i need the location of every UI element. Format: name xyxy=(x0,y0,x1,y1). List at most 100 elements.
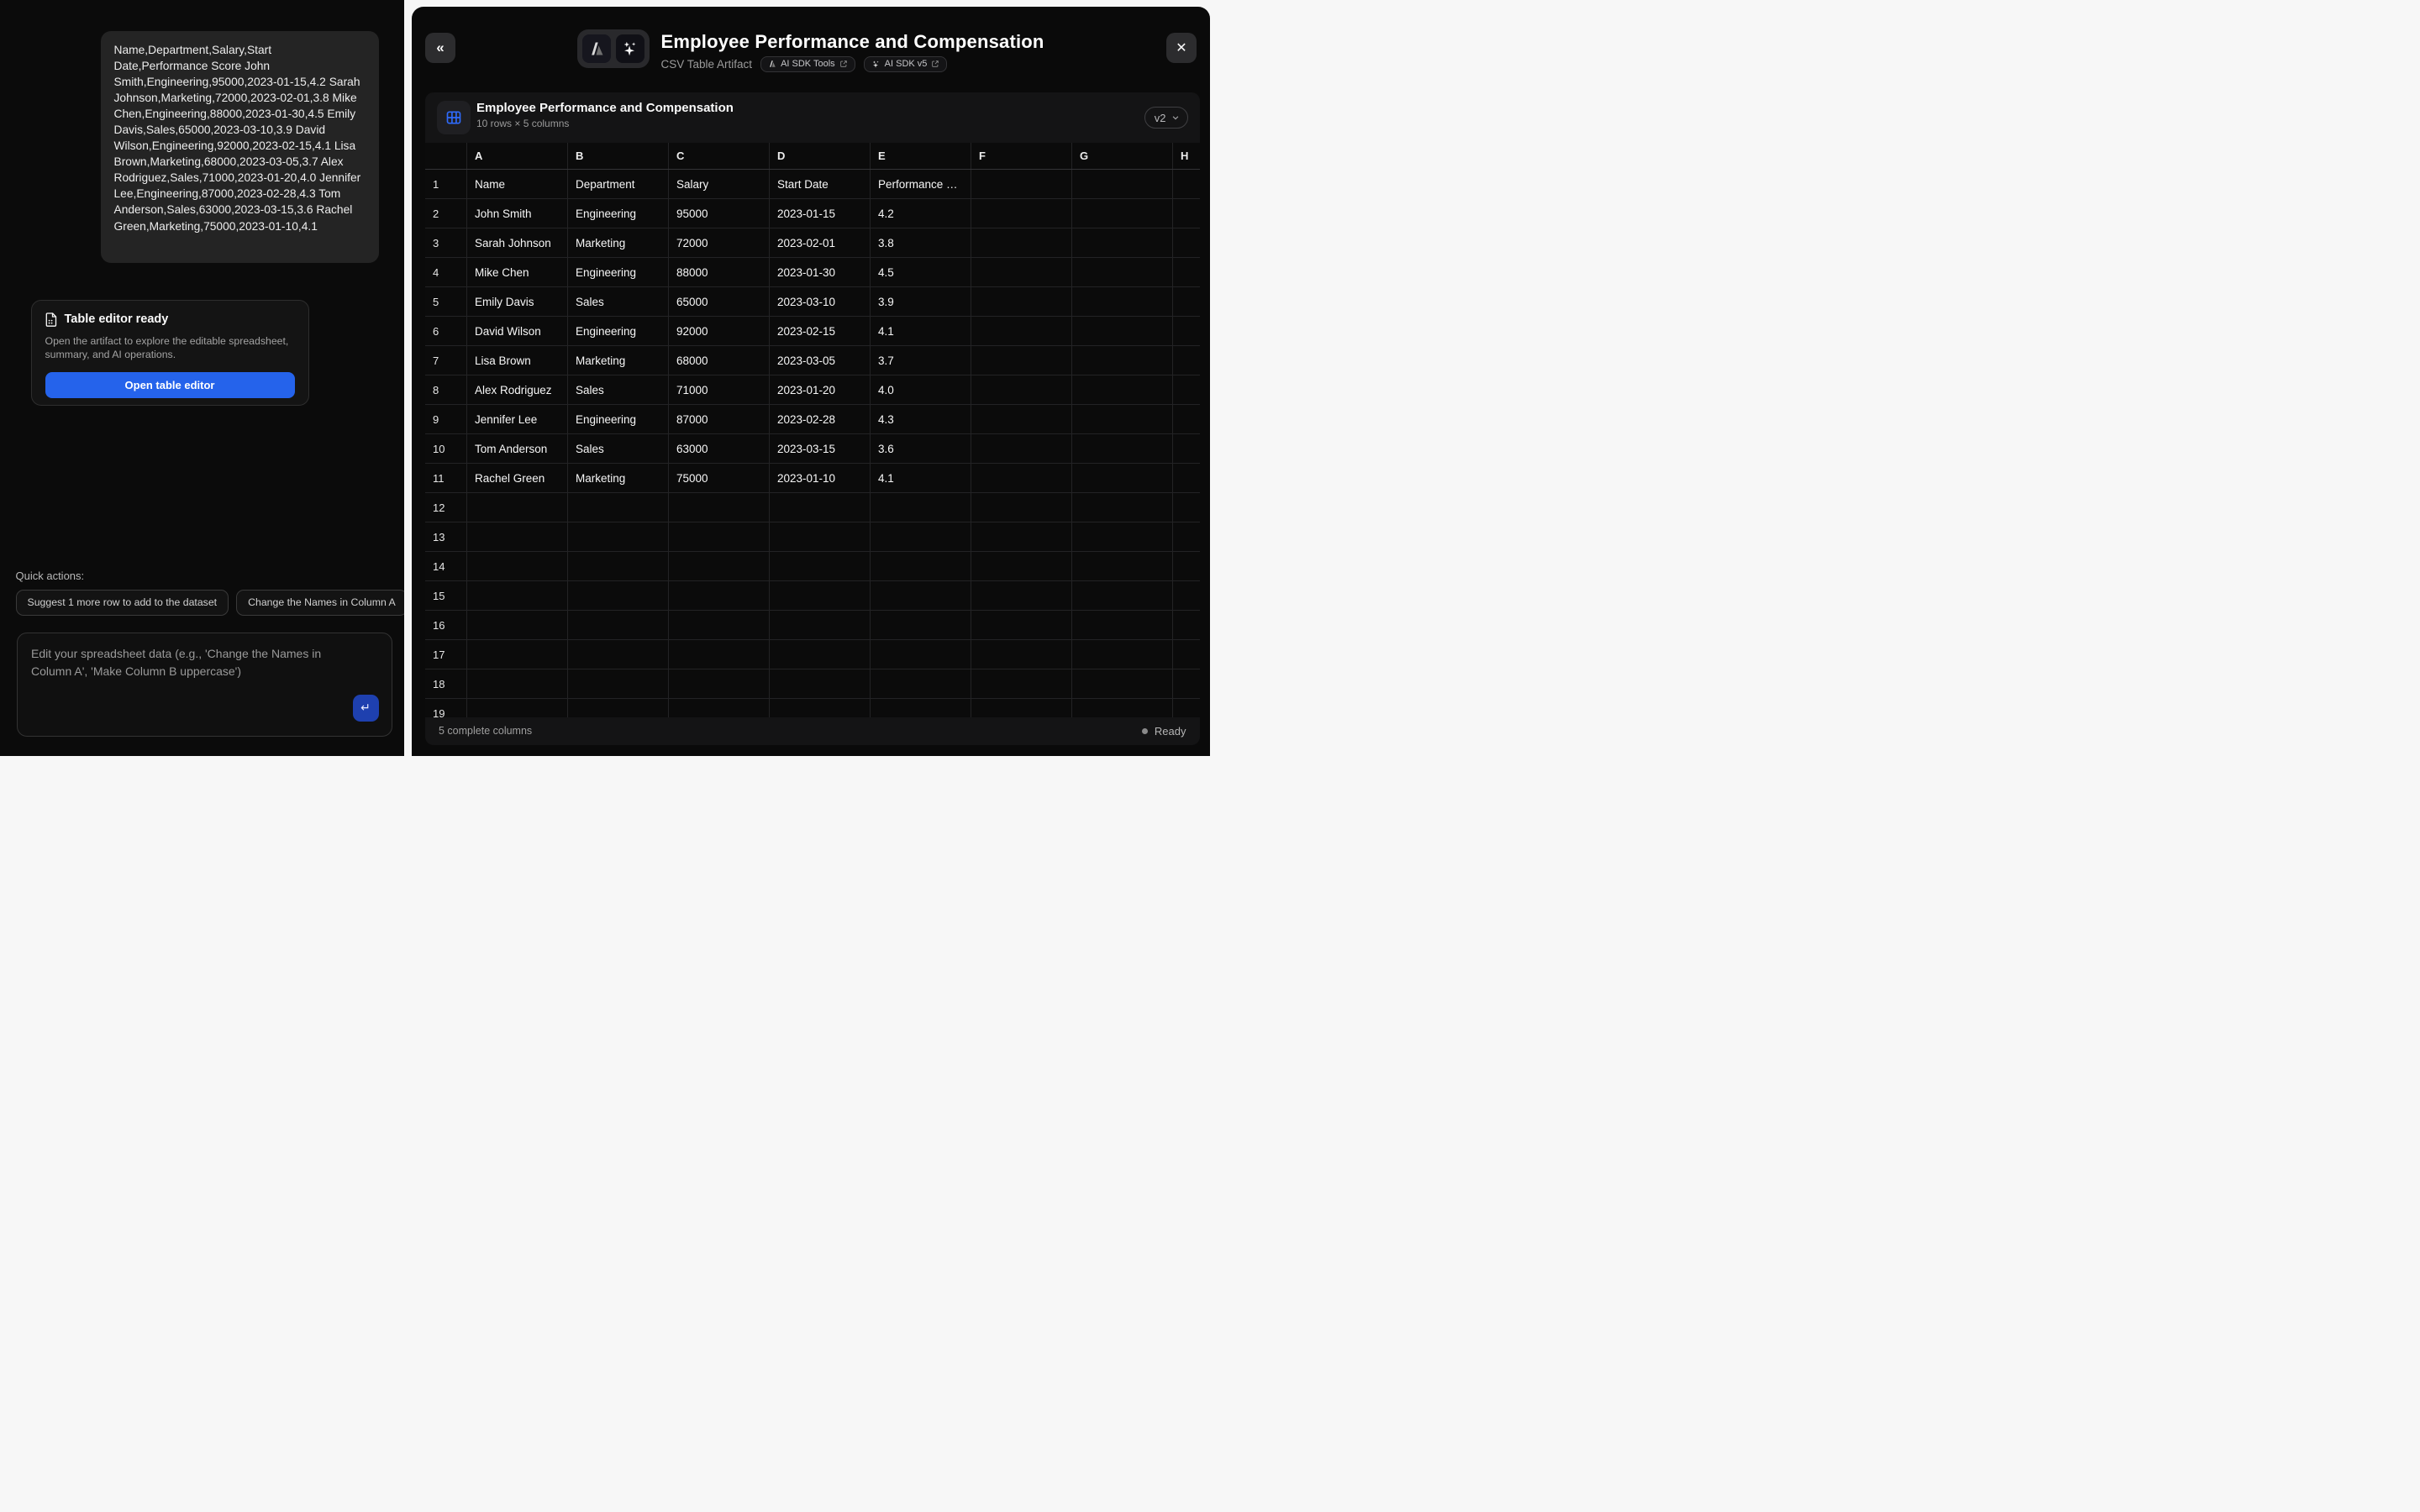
cell-G18[interactable] xyxy=(1072,669,1173,698)
cell-G4[interactable] xyxy=(1072,258,1173,286)
cell-E7[interactable]: 3.7 xyxy=(871,346,971,375)
cell-G13[interactable] xyxy=(1072,522,1173,551)
cell-H18[interactable] xyxy=(1173,669,1200,698)
row-number-5[interactable]: 5 xyxy=(425,287,467,316)
cell-F2[interactable] xyxy=(971,199,1072,228)
cell-F18[interactable] xyxy=(971,669,1072,698)
cell-C16[interactable] xyxy=(669,611,770,639)
cell-A14[interactable] xyxy=(467,552,568,580)
cell-H17[interactable] xyxy=(1173,640,1200,669)
cell-B5[interactable]: Sales xyxy=(568,287,669,316)
cell-C7[interactable]: 68000 xyxy=(669,346,770,375)
quick-action-suggest-row[interactable]: Suggest 1 more row to add to the dataset xyxy=(16,590,229,616)
cell-H2[interactable] xyxy=(1173,199,1200,228)
cell-H5[interactable] xyxy=(1173,287,1200,316)
cell-E4[interactable]: 4.5 xyxy=(871,258,971,286)
row-number-18[interactable]: 18 xyxy=(425,669,467,698)
cell-E9[interactable]: 4.3 xyxy=(871,405,971,433)
cell-B4[interactable]: Engineering xyxy=(568,258,669,286)
cell-E18[interactable] xyxy=(871,669,971,698)
cell-A7[interactable]: Lisa Brown xyxy=(467,346,568,375)
cell-G11[interactable] xyxy=(1072,464,1173,492)
cell-G15[interactable] xyxy=(1072,581,1173,610)
cell-A10[interactable]: Tom Anderson xyxy=(467,434,568,463)
cell-B18[interactable] xyxy=(568,669,669,698)
cell-G10[interactable] xyxy=(1072,434,1173,463)
cell-A6[interactable]: David Wilson xyxy=(467,317,568,345)
cell-D16[interactable] xyxy=(770,611,871,639)
cell-E19[interactable] xyxy=(871,699,971,717)
cell-C18[interactable] xyxy=(669,669,770,698)
cell-F5[interactable] xyxy=(971,287,1072,316)
cell-H15[interactable] xyxy=(1173,581,1200,610)
cell-G8[interactable] xyxy=(1072,375,1173,404)
cell-D9[interactable]: 2023-02-28 xyxy=(770,405,871,433)
cell-F9[interactable] xyxy=(971,405,1072,433)
cell-G2[interactable] xyxy=(1072,199,1173,228)
cell-C8[interactable]: 71000 xyxy=(669,375,770,404)
version-dropdown[interactable]: v2 xyxy=(1144,107,1188,129)
cell-G17[interactable] xyxy=(1072,640,1173,669)
cell-D15[interactable] xyxy=(770,581,871,610)
cell-A3[interactable]: Sarah Johnson xyxy=(467,228,568,257)
cell-C2[interactable]: 95000 xyxy=(669,199,770,228)
cell-E11[interactable]: 4.1 xyxy=(871,464,971,492)
column-header-A[interactable]: A xyxy=(467,143,568,169)
cell-F8[interactable] xyxy=(971,375,1072,404)
cell-H19[interactable] xyxy=(1173,699,1200,717)
cell-F13[interactable] xyxy=(971,522,1072,551)
composer-submit-button[interactable]: ↵ xyxy=(353,695,379,722)
column-header-F[interactable]: F xyxy=(971,143,1072,169)
column-header-G[interactable]: G xyxy=(1072,143,1173,169)
cell-F12[interactable] xyxy=(971,493,1072,522)
cell-A12[interactable] xyxy=(467,493,568,522)
cell-B6[interactable]: Engineering xyxy=(568,317,669,345)
cell-C11[interactable]: 75000 xyxy=(669,464,770,492)
cell-C5[interactable]: 65000 xyxy=(669,287,770,316)
cell-A13[interactable] xyxy=(467,522,568,551)
cell-A15[interactable] xyxy=(467,581,568,610)
cell-A16[interactable] xyxy=(467,611,568,639)
cell-E5[interactable]: 3.9 xyxy=(871,287,971,316)
close-artifact-button[interactable]: ✕ xyxy=(1166,33,1197,63)
cell-H4[interactable] xyxy=(1173,258,1200,286)
cell-E1[interactable]: Performance Score xyxy=(871,170,971,198)
column-header-E[interactable]: E xyxy=(871,143,971,169)
cell-B14[interactable] xyxy=(568,552,669,580)
cell-E17[interactable] xyxy=(871,640,971,669)
column-header-D[interactable]: D xyxy=(770,143,871,169)
row-number-16[interactable]: 16 xyxy=(425,611,467,639)
cell-C9[interactable]: 87000 xyxy=(669,405,770,433)
cell-H12[interactable] xyxy=(1173,493,1200,522)
row-number-2[interactable]: 2 xyxy=(425,199,467,228)
quick-action-change-names[interactable]: Change the Names in Column A xyxy=(236,590,403,616)
cell-B2[interactable]: Engineering xyxy=(568,199,669,228)
cell-E12[interactable] xyxy=(871,493,971,522)
badge-ai-sdk-tools[interactable]: AI SDK Tools xyxy=(760,56,855,72)
cell-A11[interactable]: Rachel Green xyxy=(467,464,568,492)
cell-B15[interactable] xyxy=(568,581,669,610)
cell-F16[interactable] xyxy=(971,611,1072,639)
cell-A1[interactable]: Name xyxy=(467,170,568,198)
cell-H10[interactable] xyxy=(1173,434,1200,463)
cell-D8[interactable]: 2023-01-20 xyxy=(770,375,871,404)
cell-C3[interactable]: 72000 xyxy=(669,228,770,257)
cell-A2[interactable]: John Smith xyxy=(467,199,568,228)
cell-G12[interactable] xyxy=(1072,493,1173,522)
cell-A8[interactable]: Alex Rodriguez xyxy=(467,375,568,404)
row-number-11[interactable]: 11 xyxy=(425,464,467,492)
row-number-1[interactable]: 1 xyxy=(425,170,467,198)
row-number-7[interactable]: 7 xyxy=(425,346,467,375)
cell-C1[interactable]: Salary xyxy=(669,170,770,198)
cell-A9[interactable]: Jennifer Lee xyxy=(467,405,568,433)
row-number-13[interactable]: 13 xyxy=(425,522,467,551)
cell-F17[interactable] xyxy=(971,640,1072,669)
cell-G3[interactable] xyxy=(1072,228,1173,257)
row-number-17[interactable]: 17 xyxy=(425,640,467,669)
cell-H7[interactable] xyxy=(1173,346,1200,375)
cell-B3[interactable]: Marketing xyxy=(568,228,669,257)
cell-D11[interactable]: 2023-01-10 xyxy=(770,464,871,492)
cell-D19[interactable] xyxy=(770,699,871,717)
cell-H16[interactable] xyxy=(1173,611,1200,639)
cell-B9[interactable]: Engineering xyxy=(568,405,669,433)
